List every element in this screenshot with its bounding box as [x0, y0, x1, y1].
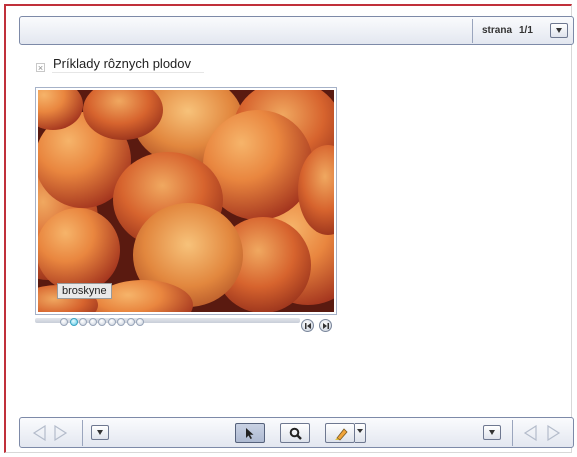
top-toolbar: strana 1/1 — [19, 16, 574, 45]
thumbnail-dot[interactable] — [79, 318, 87, 326]
thumbnail-dot[interactable] — [88, 318, 97, 326]
toolbar-divider — [472, 19, 473, 43]
right-menu-button[interactable] — [483, 425, 501, 440]
image-caption: broskyne — [57, 283, 112, 299]
marker-tool-button[interactable] — [325, 423, 355, 443]
cursor-icon — [246, 428, 254, 439]
pointer-tool-button[interactable] — [235, 423, 265, 443]
gallery-prev-button[interactable] — [301, 319, 314, 332]
close-icon[interactable]: × — [36, 63, 45, 73]
toolbar-divider — [512, 420, 513, 446]
marker-options-button[interactable] — [355, 423, 366, 443]
thumbnail-dot[interactable] — [60, 318, 68, 326]
thumbnail-dot[interactable] — [126, 318, 135, 326]
thumbnail-dot[interactable] — [117, 318, 125, 326]
arrow-left-icon[interactable] — [523, 425, 539, 441]
highlighter-icon — [335, 428, 348, 441]
slide-title: Príklady rôznych plodov — [53, 56, 192, 71]
arrow-right-icon[interactable] — [545, 425, 561, 441]
bottom-toolbar — [19, 417, 574, 448]
page-number: 1/1 — [519, 25, 533, 36]
thumbnail-dot[interactable] — [136, 318, 144, 326]
gallery-image-frame — [35, 87, 337, 315]
left-menu-button[interactable] — [91, 425, 109, 440]
previous-icon — [305, 323, 311, 329]
arrow-right-icon[interactable] — [52, 425, 68, 441]
next-icon — [323, 323, 329, 329]
page-menu-button[interactable] — [550, 23, 568, 38]
zoom-tool-button[interactable] — [280, 423, 310, 443]
page-label: strana — [482, 25, 513, 36]
title-underline — [52, 72, 204, 73]
arrow-left-icon[interactable] — [32, 425, 48, 441]
thumbnail-dot[interactable] — [107, 318, 116, 326]
toolbar-divider — [82, 420, 83, 446]
thumbnail-dot[interactable] — [69, 318, 78, 326]
thumbnail-dot[interactable] — [98, 318, 106, 326]
peaches-image — [38, 90, 334, 312]
magnifier-icon — [289, 427, 302, 440]
gallery-next-button[interactable] — [319, 319, 332, 332]
